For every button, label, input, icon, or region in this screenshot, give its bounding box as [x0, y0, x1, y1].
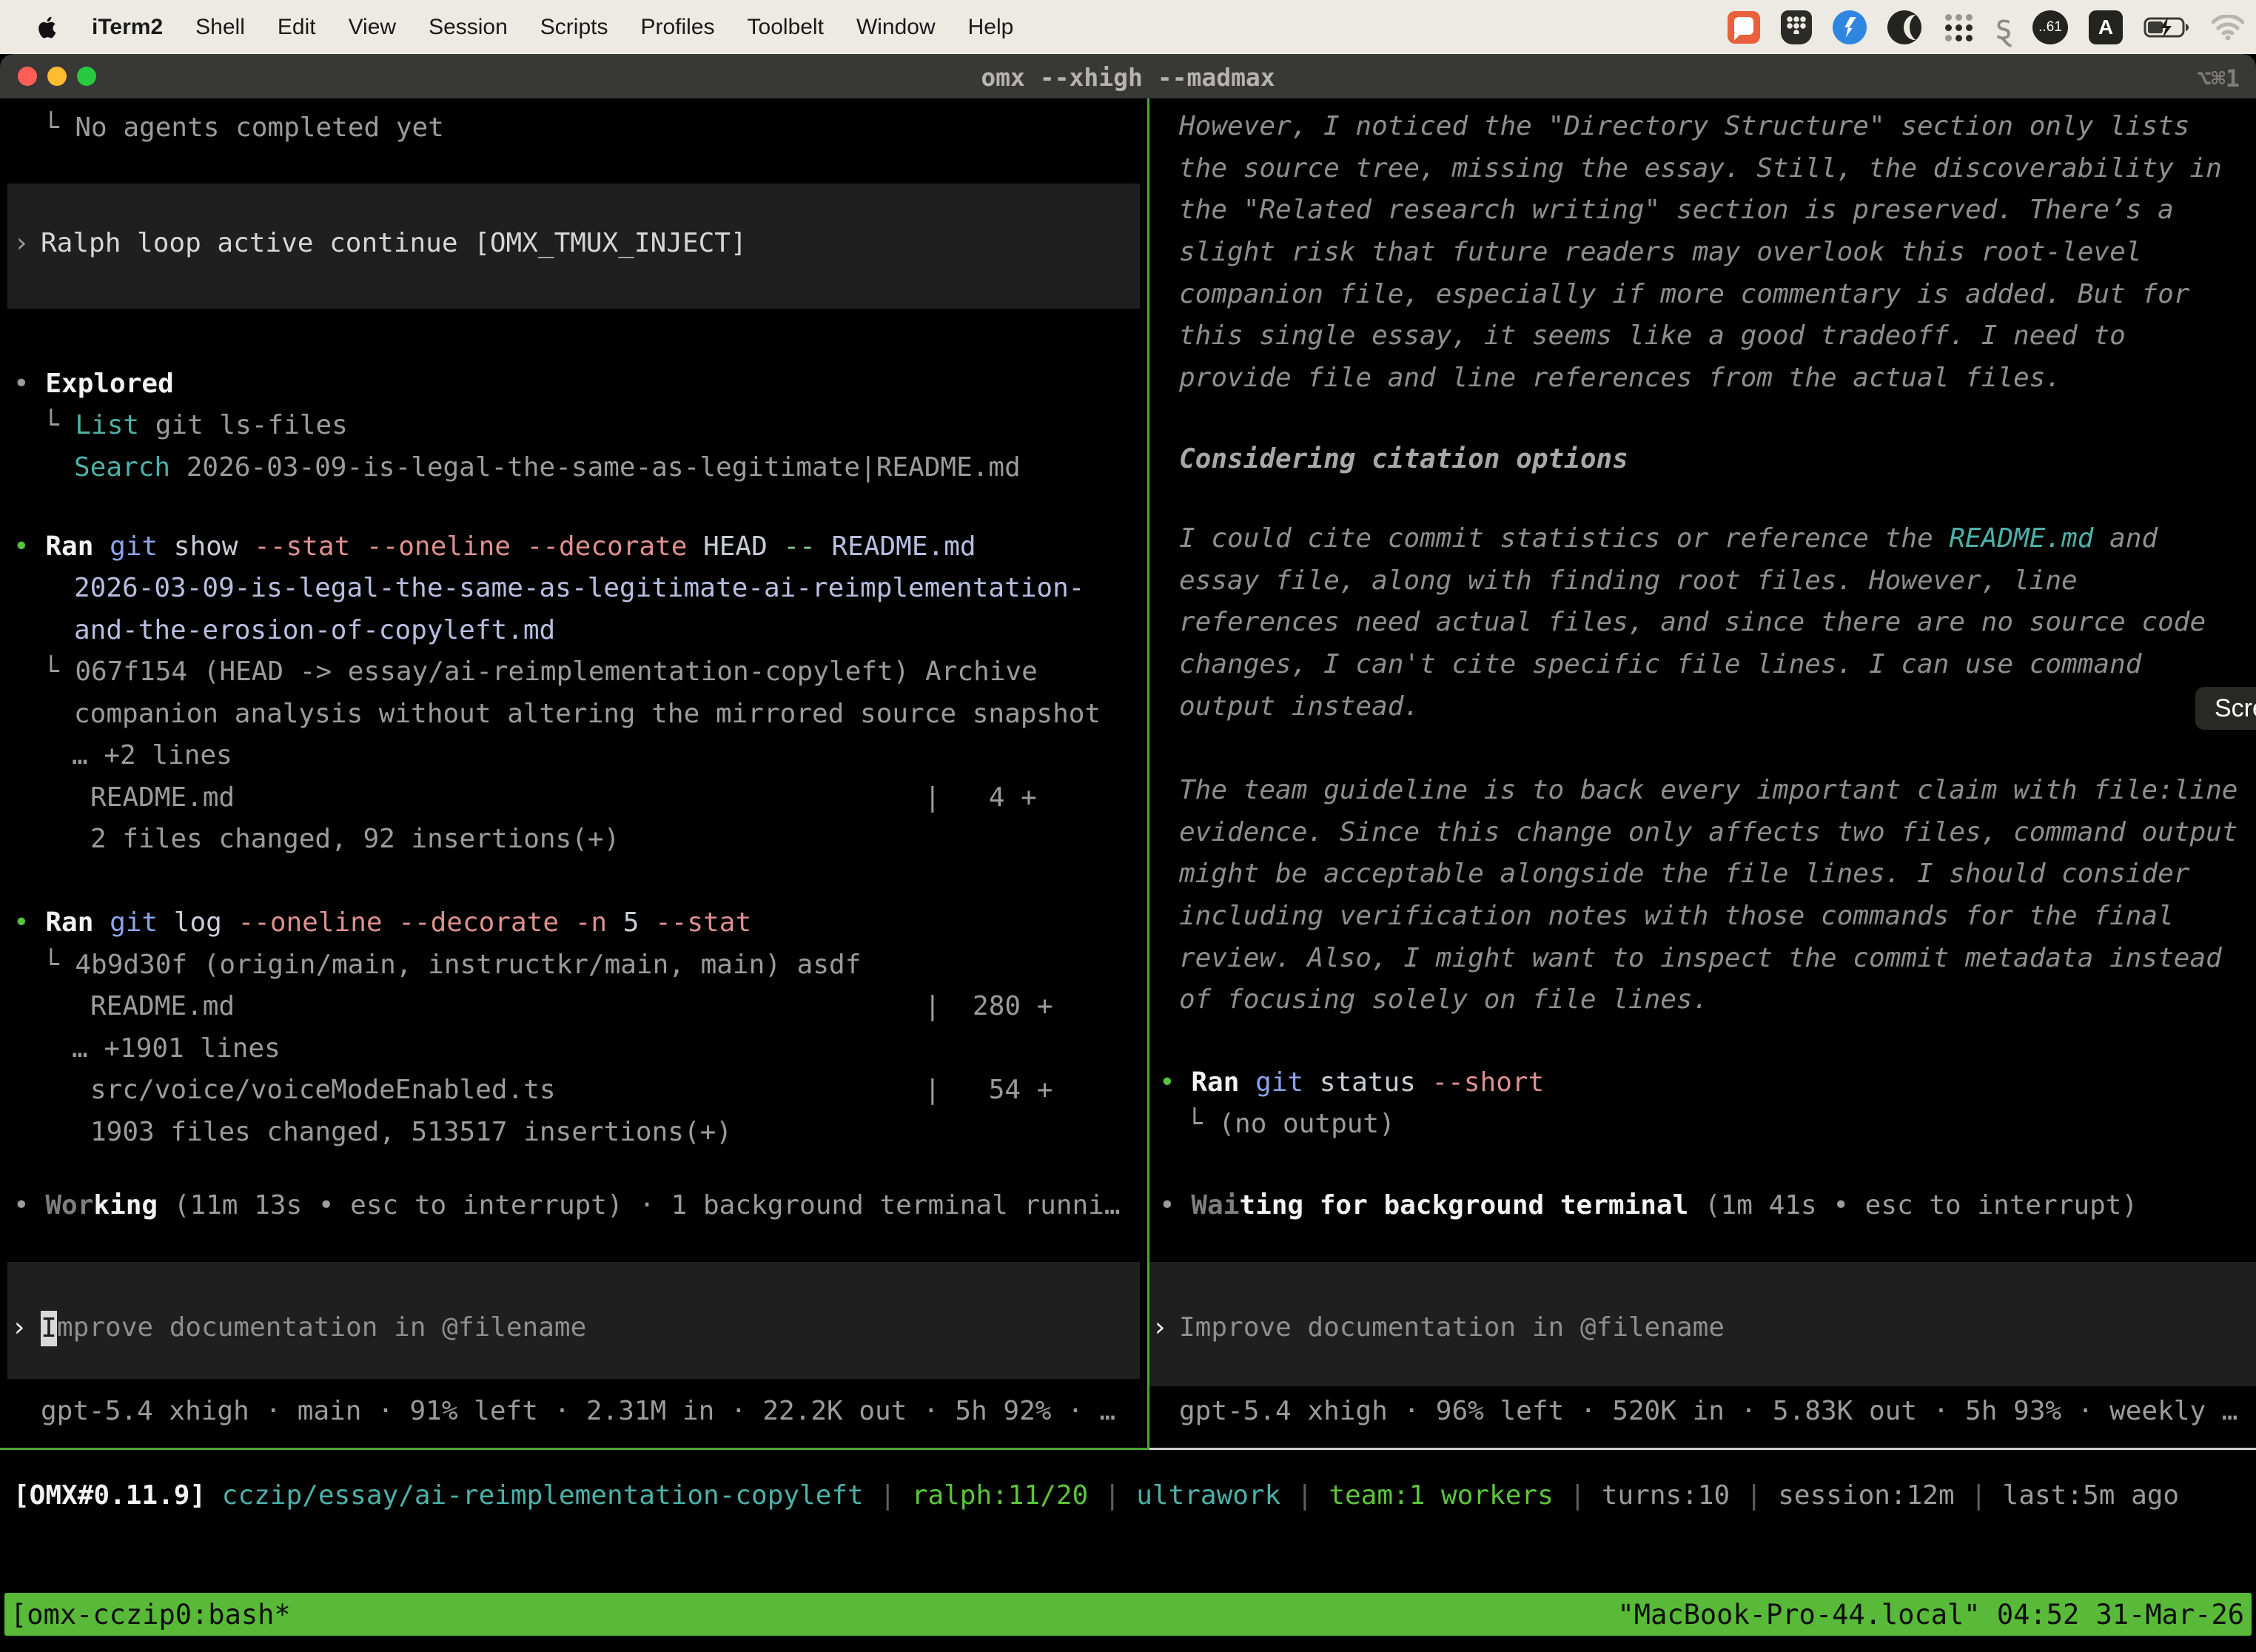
terminal-line: • Explored — [13, 367, 174, 401]
left-prompt-box[interactable]: › I mprove documentation in @filename — [7, 1262, 1140, 1379]
left-pane-bottom-border — [0, 1448, 1149, 1450]
terminal-line: Considering citation options — [1179, 443, 1628, 477]
terminal-line: essay file, along with finding root file… — [1179, 564, 2078, 598]
terminal-line: evidence. Since this change only affects… — [1179, 816, 2237, 850]
tmux-session-name[interactable]: [omx-cczip0:bash* — [10, 1599, 291, 1631]
terminal-line: companion analysis without altering the … — [74, 697, 1101, 731]
terminal-line: of focusing solely on file lines. — [1179, 983, 1708, 1017]
screen-overlay-chip[interactable]: Scre — [2195, 687, 2256, 730]
terminal-line: this single essay, it seems like a good … — [1179, 319, 2126, 353]
terminal-line: I could cite commit statistics or refere… — [1179, 522, 2158, 556]
terminal-line: • Ran git show --stat --oneline --decora… — [13, 530, 976, 564]
terminal-line: references need actual files, and since … — [1179, 605, 2206, 639]
terminal-line: • Waiting for background terminal (1m 41… — [1159, 1189, 2138, 1223]
prompt-chevron-icon: › — [1152, 1312, 1168, 1343]
terminal-line: slight risk that future readers may over… — [1179, 235, 2141, 269]
terminal-line: • Ran git status --short — [1159, 1066, 1544, 1100]
text-cursor: I — [41, 1311, 57, 1346]
prompt-chevron-icon: › — [13, 228, 30, 258]
terminal-line: review. Also, I might want to inspect th… — [1179, 941, 2222, 976]
tmux-status-bar: [omx-cczip0:bash* "MacBook-Pro-44.local"… — [4, 1593, 2252, 1636]
terminal-line: The team guideline is to back every impo… — [1179, 773, 2237, 807]
terminal-line: and-the-erosion-of-copyleft.md — [74, 614, 555, 648]
terminal-line: provide file and line references from th… — [1179, 361, 2061, 395]
terminal-line: the source tree, missing the essay. Stil… — [1179, 152, 2222, 186]
left-prompt-input[interactable]: mprove documentation in @filename — [57, 1312, 586, 1343]
right-pane-bottom-border — [1149, 1448, 2256, 1450]
prompt-chevron-icon: › — [11, 1312, 27, 1343]
terminal-line: … +2 lines — [72, 739, 232, 773]
screen: iTerm2ShellEditViewSessionScriptsProfile… — [0, 0, 2256, 1652]
terminal-line: changes, I can't cite specific file line… — [1179, 648, 2141, 682]
right-prompt-input[interactable]: Improve documentation in @filename — [1179, 1312, 1725, 1343]
terminal-line: the "Related research writing" section i… — [1179, 193, 2174, 227]
terminal-line: output instead. — [1179, 690, 1420, 724]
terminal-line: companion file, especially if more comme… — [1179, 278, 2189, 312]
terminal-line: └ 067f154 (HEAD -> essay/ai-reimplementa… — [43, 655, 1038, 689]
left-model-statusline: gpt-5.4 xhigh · main · 91% left · 2.31M … — [41, 1396, 1115, 1426]
tmux-host-clock: "MacBook-Pro-44.local" 04:52 31-Mar-26 — [1618, 1599, 2244, 1631]
omx-status-line: [OMX#0.11.9] cczip/essay/ai-reimplementa… — [13, 1479, 2179, 1513]
terminal-layer: › Ralph loop active continue [OMX_TMUX_I… — [0, 0, 2256, 1652]
terminal-line: README.md | 280 + — [90, 990, 1053, 1024]
inject-banner: › Ralph loop active continue [OMX_TMUX_I… — [7, 184, 1140, 309]
terminal-line: Search 2026-03-09-is-legal-the-same-as-l… — [74, 451, 1021, 485]
terminal-line: However, I noticed the "Directory Struct… — [1179, 110, 2189, 144]
terminal-line: src/voice/voiceModeEnabled.ts | 54 + — [90, 1073, 1053, 1107]
terminal-line: … +1901 lines — [72, 1032, 281, 1066]
terminal-line: 2 files changed, 92 insertions(+) — [90, 822, 620, 856]
terminal-line: including verification notes with those … — [1179, 899, 2174, 933]
terminal-line: └ List git ls-files — [43, 409, 348, 443]
right-model-statusline: gpt-5.4 xhigh · 96% left · 520K in · 5.8… — [1179, 1396, 2237, 1426]
terminal-line: └ (no output) — [1186, 1107, 1395, 1141]
terminal-line: README.md | 4 + — [90, 781, 1037, 815]
terminal-line: └ 4b9d30f (origin/main, instructkr/main,… — [43, 948, 861, 982]
terminal-line: • Ran git log --oneline --decorate -n 5 … — [13, 906, 751, 940]
pane-divider[interactable] — [1147, 98, 1149, 1448]
terminal-line: might be acceptable alongside the file l… — [1179, 857, 2189, 891]
terminal-line: • Working (11m 13s • esc to interrupt) ·… — [13, 1189, 1121, 1223]
right-prompt-box[interactable]: › Improve documentation in @filename — [1149, 1262, 2256, 1386]
terminal-line: └ No agents completed yet — [43, 111, 444, 145]
terminal-line: 2026-03-09-is-legal-the-same-as-legitima… — [74, 571, 1084, 605]
inject-banner-text: Ralph loop active continue [OMX_TMUX_INJ… — [41, 228, 747, 258]
terminal-line: 1903 files changed, 513517 insertions(+) — [90, 1115, 732, 1149]
